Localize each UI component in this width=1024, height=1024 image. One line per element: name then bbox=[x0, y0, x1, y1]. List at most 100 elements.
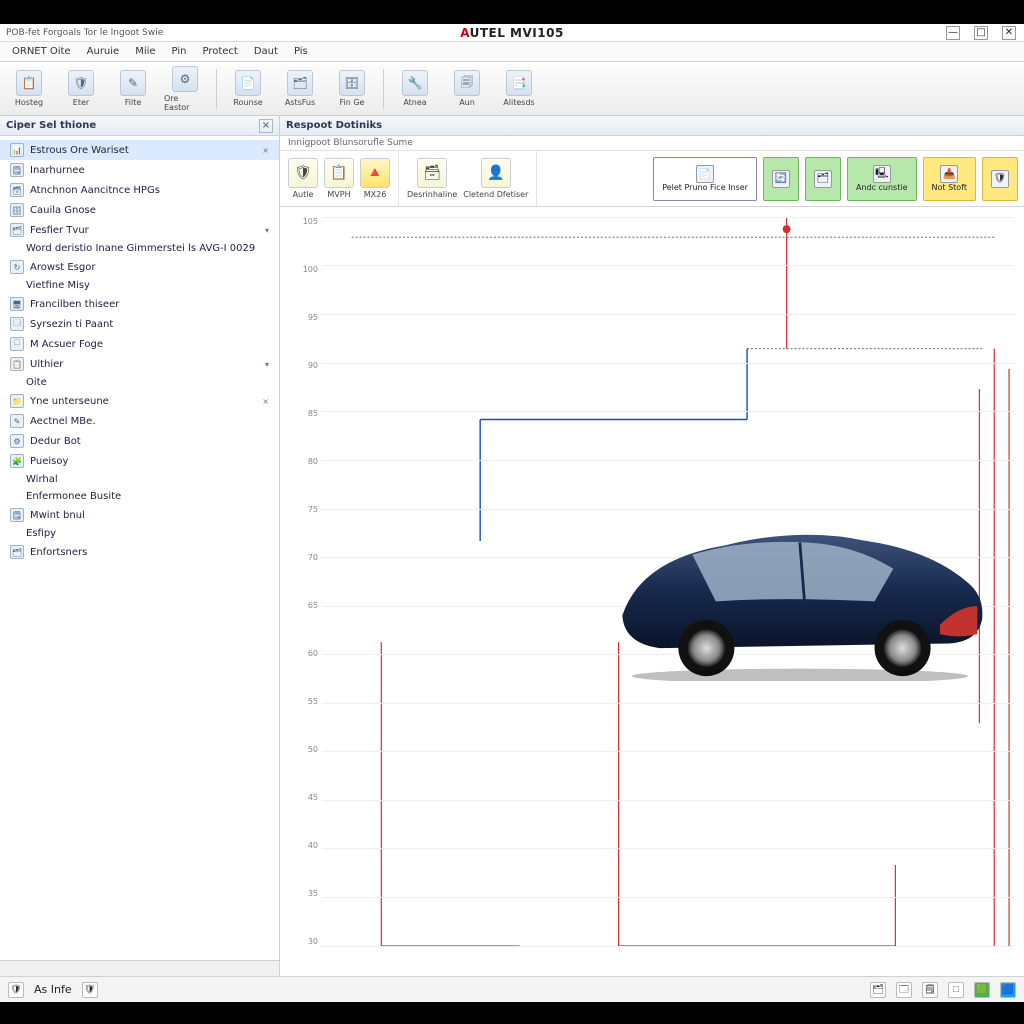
sidebar-item[interactable]: 🗄Cauila Gnose bbox=[0, 200, 279, 220]
sidebar-item[interactable]: Oite bbox=[0, 374, 279, 391]
maximize-button[interactable]: □ bbox=[974, 26, 988, 40]
ribbon-group: 🛡Autle 📋MVPH 🔺MX26 bbox=[280, 151, 399, 206]
tab-caption: Innigpoot Blunsorufle Sume bbox=[280, 136, 1024, 151]
sidebar-item[interactable]: Enfermonee Busite bbox=[0, 488, 279, 505]
shield-icon: 🛡 bbox=[991, 170, 1009, 188]
status-icon[interactable]: 🟩 bbox=[974, 982, 990, 998]
status-icon[interactable]: 🛡 bbox=[82, 982, 98, 998]
ribbon-button[interactable]: 📋MVPH bbox=[324, 158, 354, 199]
toolbar-button[interactable]: 🗂AstsFus bbox=[279, 70, 321, 107]
file-icon: 📄 bbox=[696, 165, 714, 183]
chevron-down-icon[interactable]: ▾ bbox=[265, 360, 269, 369]
toolbar-button[interactable]: 🗐Aun bbox=[446, 70, 488, 107]
close-button[interactable]: ✕ bbox=[1002, 26, 1016, 40]
warning-icon: 🔺 bbox=[360, 158, 390, 188]
sidebar-header: Ciper Sel thione × bbox=[0, 116, 279, 136]
sidebar-item[interactable]: 📋Ulthier▾ bbox=[0, 354, 279, 374]
menu-item[interactable]: Miie bbox=[129, 44, 161, 59]
sidebar-item[interactable]: Wirhal bbox=[0, 471, 279, 488]
quick-button[interactable]: 🖳Andc cunstie bbox=[847, 157, 917, 201]
titlebar: POB-fet Forgoals Tor le Ingoot Swie AUTE… bbox=[0, 24, 1024, 42]
toolbar-button[interactable]: 📑Alitesds bbox=[498, 70, 540, 107]
sidebar-item[interactable]: 🗆M Acsuer Foge bbox=[0, 334, 279, 354]
sidebar-tree[interactable]: 📊Estrous Ore Wariset× 🗒Inarhurnee 🗃Atnch… bbox=[0, 136, 279, 960]
sidebar-item[interactable]: ↻Arowst Esgor bbox=[0, 257, 279, 277]
sidebar-item[interactable]: 🗒Mwint bnul bbox=[0, 505, 279, 525]
scrollbar[interactable] bbox=[0, 960, 279, 976]
note-icon: 🗒 bbox=[10, 163, 24, 177]
gear-icon: ⚙ bbox=[172, 66, 198, 92]
toolbar-button[interactable]: 📄Rounse bbox=[227, 70, 269, 107]
y-axis: 105 100 95 90 85 80 75 70 65 60 55 50 45… bbox=[288, 217, 318, 946]
sidebar-item[interactable]: 🗔Syrsezin ti Paant bbox=[0, 314, 279, 334]
sidebar-item[interactable]: 🧩Pueisoy bbox=[0, 451, 279, 471]
toolbar-button[interactable]: 📋Hosteg bbox=[8, 70, 50, 107]
menu-item[interactable]: Daut bbox=[248, 44, 284, 59]
quick-actions: 📄Pelet Pruno Fice Inser 🔄 🗂 🖳Andc cunsti… bbox=[647, 151, 1024, 206]
sidebar-item[interactable]: Word deristio Inane Gimmerstei ls AVG-I … bbox=[0, 240, 279, 257]
status-icon[interactable]: 🗔 bbox=[896, 982, 912, 998]
sidebar-item[interactable]: 🗒Inarhurnee bbox=[0, 160, 279, 180]
folder-icon: 🗂 bbox=[10, 545, 24, 559]
status-icon[interactable]: 🗂 bbox=[870, 982, 886, 998]
drive-icon: 🗄 bbox=[339, 70, 365, 96]
quick-button[interactable]: 🛡 bbox=[982, 157, 1018, 201]
app-window: POB-fet Forgoals Tor le Ingoot Swie AUTE… bbox=[0, 24, 1024, 1002]
toolbar-button[interactable]: 🔧Atnea bbox=[394, 70, 436, 107]
status-icon[interactable]: 🛡 bbox=[8, 982, 24, 998]
sidebar-item[interactable]: 📁Yne unterseune× bbox=[0, 391, 279, 411]
chevron-down-icon[interactable]: ▾ bbox=[265, 226, 269, 235]
menu-item[interactable]: ORNET Oite bbox=[6, 44, 77, 59]
pencil-icon: ✎ bbox=[120, 70, 146, 96]
toolbar-button[interactable]: 🗄Fin Ge bbox=[331, 70, 373, 107]
chart-area: 105 100 95 90 85 80 75 70 65 60 55 50 45… bbox=[280, 207, 1024, 976]
ribbon-button[interactable]: 🔺MX26 bbox=[360, 158, 390, 199]
minimize-button[interactable]: — bbox=[946, 26, 960, 40]
status-icon[interactable]: 🗒 bbox=[922, 982, 938, 998]
pencil-icon: ✎ bbox=[10, 414, 24, 428]
close-icon[interactable]: × bbox=[259, 119, 273, 133]
menu-item[interactable]: Auruie bbox=[81, 44, 126, 59]
toolbar-button[interactable]: ⚙Ore Eastor bbox=[164, 66, 206, 112]
car-icon bbox=[613, 494, 987, 681]
window-controls: — □ ✕ bbox=[946, 26, 1016, 40]
status-icon[interactable]: 🟦 bbox=[1000, 982, 1016, 998]
ribbon-button[interactable]: 👤Cletend Dfetiser bbox=[463, 158, 528, 199]
toolbar-button[interactable]: ✎Filte bbox=[112, 70, 154, 107]
quick-button[interactable]: 📄Pelet Pruno Fice Inser bbox=[653, 157, 757, 201]
close-icon[interactable]: × bbox=[262, 397, 269, 406]
separator bbox=[216, 69, 217, 109]
clipboard-icon: 📋 bbox=[16, 70, 42, 96]
quick-button[interactable]: 🗂 bbox=[805, 157, 841, 201]
close-icon[interactable]: × bbox=[262, 146, 269, 155]
sidebar-item[interactable]: 🖥Francilben thiseer bbox=[0, 294, 279, 314]
ribbon-button[interactable]: 🗃Desrinhaline bbox=[407, 158, 457, 199]
folder-icon: 🗂 bbox=[287, 70, 313, 96]
sidebar-item[interactable]: ⚙Dedur Bot bbox=[0, 431, 279, 451]
sidebar-item[interactable]: 🗂Fesfier Tvur▾ bbox=[0, 220, 279, 240]
sidebar-item[interactable]: Esfipy bbox=[0, 525, 279, 542]
menu-item[interactable]: Pis bbox=[288, 44, 314, 59]
user-icon: 👤 bbox=[481, 158, 511, 188]
sidebar-item[interactable]: 📊Estrous Ore Wariset× bbox=[0, 140, 279, 160]
ribbon-button[interactable]: 🛡Autle bbox=[288, 158, 318, 199]
clipboard-icon: 📋 bbox=[324, 158, 354, 188]
sidebar-item[interactable]: 🗂Enfortsners bbox=[0, 542, 279, 562]
menu-item[interactable]: Pin bbox=[166, 44, 193, 59]
panel-icon: 🗔 bbox=[10, 317, 24, 331]
statusbar: 🛡 As Infe 🛡 🗂 🗔 🗒 🗆 🟩 🟦 bbox=[0, 976, 1024, 1002]
sidebar-item[interactable]: 🗃Atnchnon Aancitnce HPGs bbox=[0, 180, 279, 200]
quick-button[interactable]: 📥Not Stoft bbox=[923, 157, 976, 201]
status-icon[interactable]: 🗆 bbox=[948, 982, 964, 998]
folder-icon: 🗂 bbox=[814, 170, 832, 188]
brand: AUTEL MVI105 bbox=[460, 26, 564, 40]
download-icon: 📥 bbox=[940, 165, 958, 183]
toolbar-button[interactable]: 🛡Eter bbox=[60, 70, 102, 107]
quick-button[interactable]: 🔄 bbox=[763, 157, 799, 201]
gear-icon: ⚙ bbox=[10, 434, 24, 448]
sidebar-item[interactable]: ✎Aectnel MBe. bbox=[0, 411, 279, 431]
report-icon: 📑 bbox=[506, 70, 532, 96]
menu-item[interactable]: Protect bbox=[196, 44, 243, 59]
sidebar-item[interactable]: Vietfine Misy bbox=[0, 277, 279, 294]
shield-icon: 🛡 bbox=[68, 70, 94, 96]
